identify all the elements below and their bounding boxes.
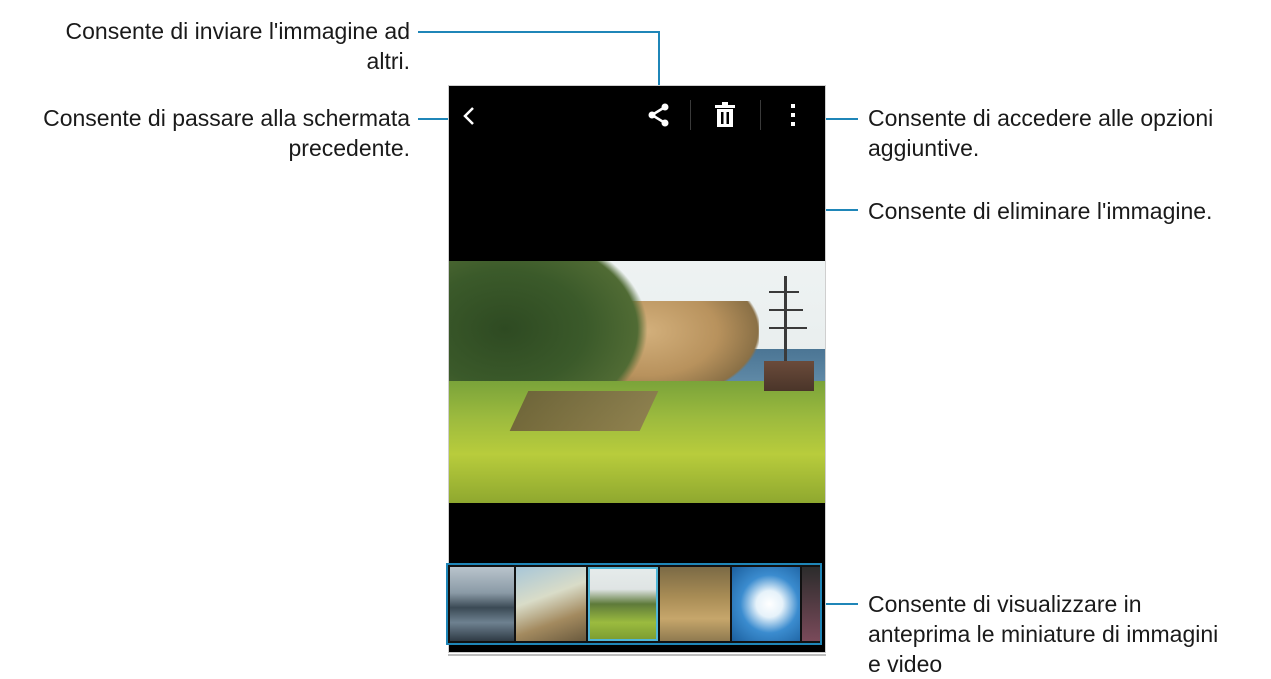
- callout-back: Consente di passare alla schermata prece…: [0, 103, 410, 163]
- action-divider-1: [690, 100, 691, 130]
- leader-share-h: [418, 31, 660, 33]
- callout-more-line1: Consente di accedere alle opzioni: [868, 105, 1214, 131]
- thumbnail[interactable]: [732, 567, 800, 641]
- share-icon: [648, 103, 669, 127]
- more-options-button[interactable]: [779, 98, 807, 132]
- thumbnail[interactable]: [516, 567, 586, 641]
- callout-thumbs-line1: Consente di visualizzare in: [868, 591, 1142, 617]
- callout-thumbnails: Consente di visualizzare in anteprima le…: [868, 589, 1268, 679]
- callout-share-line2: altri.: [366, 48, 410, 74]
- callout-more-line2: aggiuntive.: [868, 135, 980, 161]
- thumbnail[interactable]: [660, 567, 730, 641]
- thumbnail[interactable]: [802, 567, 820, 641]
- more-options-icon: [791, 104, 795, 126]
- callout-back-line2: precedente.: [288, 135, 410, 161]
- thumbnail[interactable]: [450, 567, 514, 641]
- thumbnail-strip[interactable]: [446, 563, 822, 645]
- thumbnail-selected[interactable]: [588, 567, 658, 641]
- callout-share-line1: Consente di inviare l'immagine ad: [65, 18, 410, 44]
- callout-thumbs-line3: e video: [868, 651, 943, 677]
- back-icon: [463, 107, 474, 125]
- share-button[interactable]: [641, 98, 677, 132]
- callout-thumbs-line2: anteprima le miniature di immagini: [868, 621, 1219, 647]
- callout-delete: Consente di eliminare l'immagine.: [868, 198, 1213, 224]
- callout-more: Consente di accedere alle opzioni aggiun…: [868, 103, 1268, 163]
- delete-button[interactable]: [707, 98, 743, 132]
- back-button[interactable]: [455, 100, 483, 132]
- callout-share: Consente di inviare l'immagine ad altri.: [20, 16, 410, 76]
- main-photo[interactable]: [449, 261, 825, 503]
- delete-icon: [715, 102, 735, 127]
- action-bar: [449, 86, 825, 146]
- leader-thumbnails: [825, 603, 858, 605]
- action-divider-2: [760, 100, 761, 130]
- callout-back-line1: Consente di passare alla schermata: [43, 105, 410, 131]
- screen-bottom-edge: [448, 654, 826, 656]
